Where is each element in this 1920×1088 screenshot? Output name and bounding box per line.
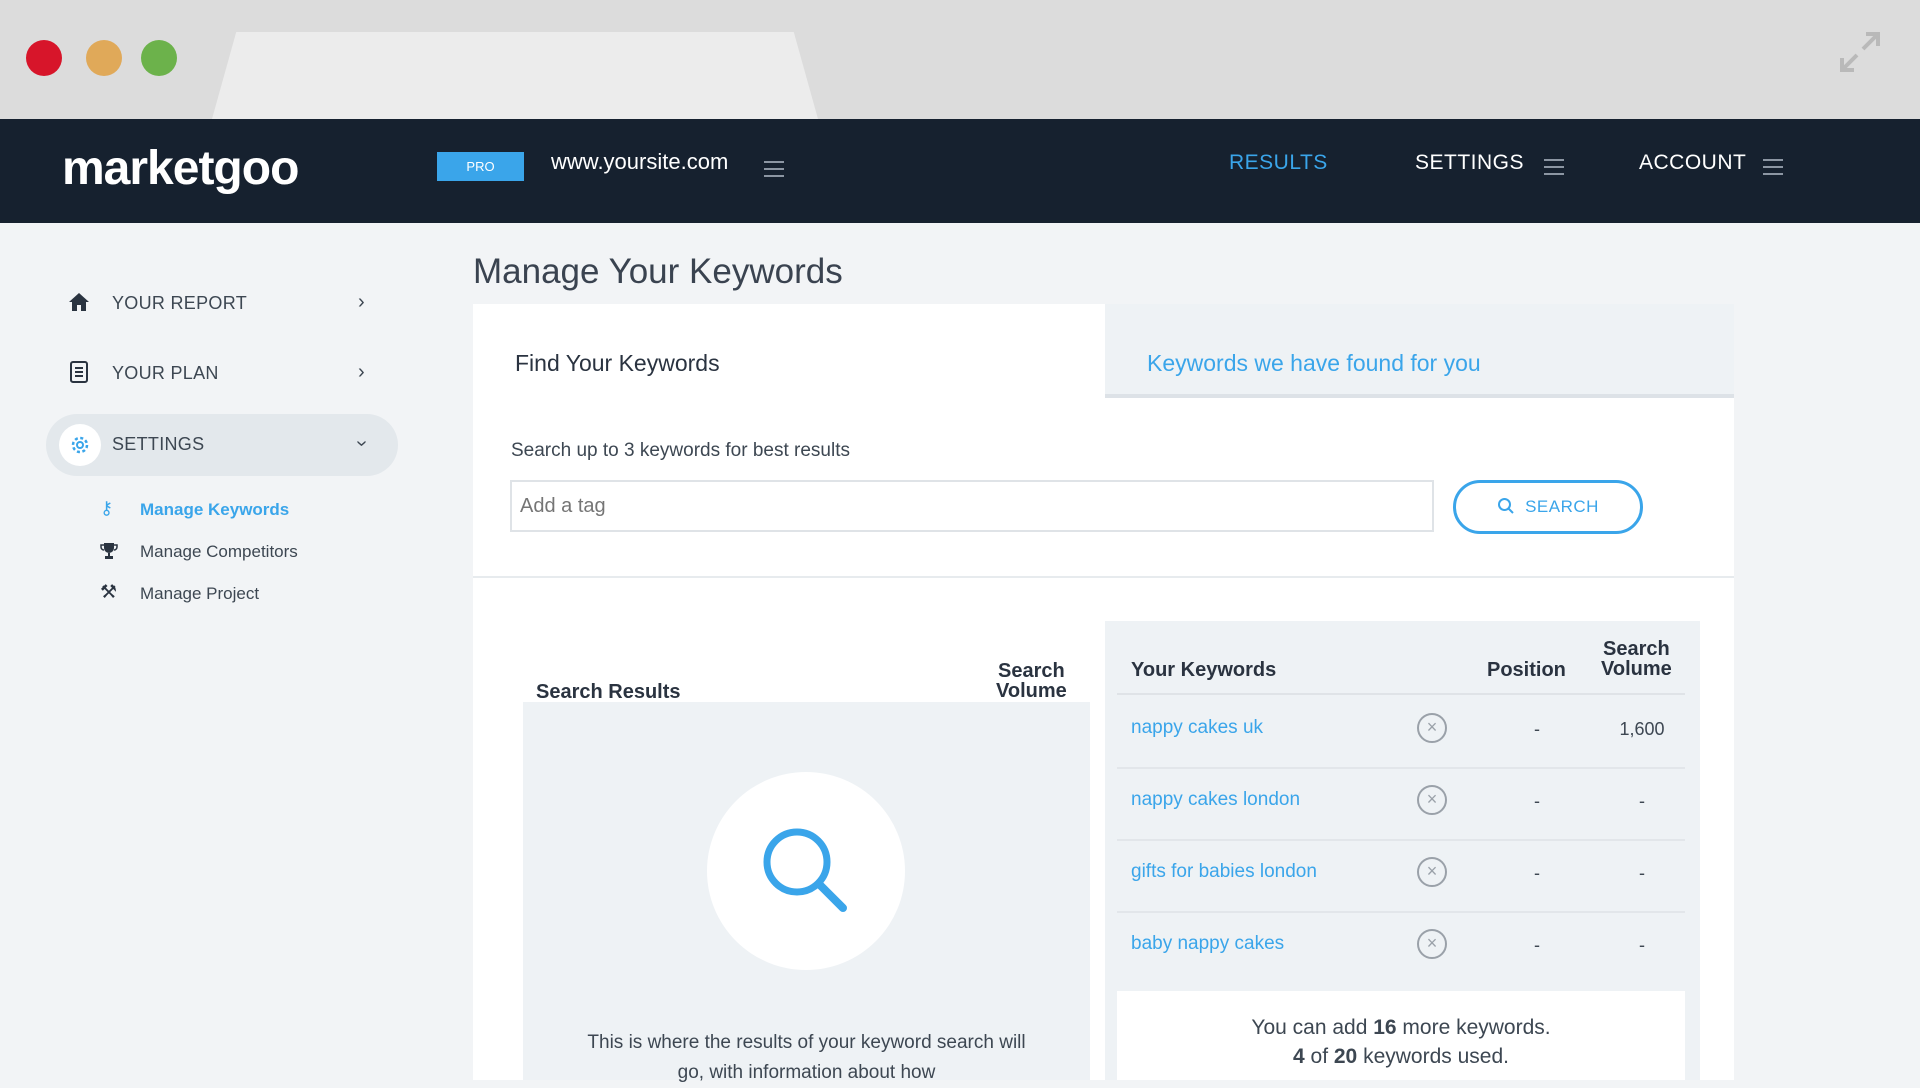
chevron-down-icon: › bbox=[350, 440, 373, 447]
settings-menu-icon[interactable] bbox=[1544, 159, 1564, 175]
keyword-row: nappy cakes uk × - 1,600 bbox=[1117, 695, 1685, 769]
maximize-window-button[interactable] bbox=[141, 40, 177, 76]
remove-keyword-icon[interactable]: × bbox=[1417, 929, 1447, 959]
quota-text: keywords used. bbox=[1357, 1045, 1509, 1068]
keyword-link[interactable]: baby nappy cakes bbox=[1131, 933, 1284, 955]
search-hint: Search up to 3 keywords for best results bbox=[511, 440, 850, 461]
search-volume-heading: Search Volume bbox=[996, 661, 1067, 701]
expand-icon[interactable] bbox=[1836, 28, 1884, 76]
sidebar-item-label: SETTINGS bbox=[112, 434, 205, 454]
volume-line2: Volume bbox=[1601, 658, 1672, 680]
volume-line1: Search bbox=[1603, 638, 1670, 660]
close-window-button[interactable] bbox=[26, 40, 62, 76]
keyword-position: - bbox=[1534, 791, 1540, 811]
remove-keyword-icon[interactable]: × bbox=[1417, 857, 1447, 887]
search-icon bbox=[1498, 498, 1514, 514]
keyword-volume: - bbox=[1639, 935, 1645, 955]
top-navbar: marketgoo PRO www.yoursite.com RESULTS S… bbox=[0, 119, 1920, 223]
marketgoo-logo[interactable]: marketgoo bbox=[62, 141, 299, 196]
position-heading: Position bbox=[1487, 659, 1566, 681]
key-icon: ⚷ bbox=[100, 498, 114, 518]
tab-label: Keywords we have found for you bbox=[1147, 350, 1481, 376]
tag-input[interactable] bbox=[510, 480, 1434, 532]
tab-label: Find Your Keywords bbox=[515, 350, 720, 376]
keyword-row: gifts for babies london × - - bbox=[1117, 839, 1685, 913]
quota-text: more keywords. bbox=[1396, 1016, 1551, 1039]
quota-used: 4 bbox=[1293, 1045, 1305, 1068]
your-keywords-header: Your Keywords Position Search Volume bbox=[1117, 621, 1685, 695]
site-selector[interactable]: www.yoursite.com bbox=[551, 149, 728, 175]
quota-limit: 20 bbox=[1333, 1045, 1358, 1068]
nav-results[interactable]: RESULTS bbox=[1229, 151, 1328, 175]
site-menu-icon[interactable] bbox=[764, 161, 784, 177]
keyword-link[interactable]: nappy cakes uk bbox=[1131, 717, 1263, 739]
keyword-row: nappy cakes london × - - bbox=[1117, 767, 1685, 841]
nav-settings[interactable]: SETTINGS bbox=[1415, 151, 1524, 175]
your-keywords-heading: Your Keywords bbox=[1131, 659, 1277, 681]
tools-icon: ⚒ bbox=[100, 582, 118, 603]
keyword-position: - bbox=[1534, 719, 1540, 739]
browser-tab[interactable] bbox=[212, 32, 818, 119]
settings-icon-badge bbox=[59, 424, 101, 466]
sidebar-subitem-label: Manage Competitors bbox=[140, 542, 298, 561]
empty-state-circle bbox=[707, 772, 905, 970]
sidebar-item-label: YOUR PLAN bbox=[112, 363, 219, 383]
remove-keyword-icon[interactable]: × bbox=[1417, 713, 1447, 743]
keyword-volume: - bbox=[1639, 863, 1645, 883]
tab-keywords-found-for-you[interactable]: Keywords we have found for you bbox=[1105, 304, 1734, 398]
your-keywords-panel: Your Keywords Position Search Volume nap… bbox=[1105, 621, 1700, 1080]
search-button-label: SEARCH bbox=[1525, 497, 1599, 516]
search-button[interactable]: SEARCH bbox=[1453, 480, 1643, 534]
sidebar-subitem-label: Manage Project bbox=[140, 584, 260, 603]
page-title: Manage Your Keywords bbox=[473, 252, 843, 291]
empty-state-text: This is where the results of your keywor… bbox=[587, 1032, 1026, 1083]
search-volume-line1: Search bbox=[998, 660, 1065, 682]
tab-find-your-keywords[interactable]: Find Your Keywords bbox=[473, 304, 1105, 398]
keyword-row: baby nappy cakes × - - bbox=[1117, 911, 1685, 983]
quota-text: of bbox=[1304, 1045, 1334, 1068]
minimize-window-button[interactable] bbox=[86, 40, 122, 76]
sidebar-item-your-report[interactable]: YOUR REPORT › bbox=[46, 273, 398, 335]
search-results-heading: Search Results bbox=[536, 681, 681, 703]
sidebar-subitem-label: Manage Keywords bbox=[140, 500, 290, 519]
keyword-volume: - bbox=[1639, 791, 1645, 811]
search-volume-line2: Volume bbox=[996, 680, 1067, 702]
search-results-empty-state: This is where the results of your keywor… bbox=[523, 702, 1090, 1083]
sidebar-item-your-plan[interactable]: YOUR PLAN › bbox=[46, 343, 398, 405]
keywords-card: Find Your Keywords Keywords we have foun… bbox=[473, 304, 1734, 1083]
keyword-link[interactable]: gifts for babies london bbox=[1131, 861, 1317, 883]
sidebar-item-settings[interactable]: SETTINGS › bbox=[46, 414, 398, 476]
keyword-position: - bbox=[1534, 935, 1540, 955]
nav-account[interactable]: ACCOUNT bbox=[1639, 151, 1746, 175]
magnifier-icon bbox=[763, 828, 847, 912]
quota-remaining: 16 bbox=[1373, 1016, 1397, 1039]
gear-icon bbox=[71, 436, 89, 454]
quota-text: You can add bbox=[1251, 1016, 1374, 1039]
trophy-icon bbox=[100, 543, 118, 559]
window-titlebar bbox=[0, 0, 1920, 119]
keyword-position: - bbox=[1534, 863, 1540, 883]
account-menu-icon[interactable] bbox=[1763, 159, 1783, 175]
remove-keyword-icon[interactable]: × bbox=[1417, 785, 1447, 815]
chevron-right-icon: › bbox=[358, 361, 365, 383]
section-divider bbox=[473, 576, 1734, 578]
keyword-link[interactable]: nappy cakes london bbox=[1131, 789, 1300, 811]
keyword-volume: 1,600 bbox=[1619, 719, 1665, 739]
document-icon bbox=[70, 361, 88, 383]
sidebar-item-label: YOUR REPORT bbox=[112, 293, 247, 313]
home-icon bbox=[69, 293, 89, 311]
plan-badge: PRO bbox=[437, 152, 524, 181]
chevron-right-icon: › bbox=[358, 291, 365, 313]
keyword-quota: You can add 16 more keywords. 4 of 20 ke… bbox=[1117, 991, 1685, 1080]
keywords-volume-heading: Search Volume bbox=[1601, 639, 1672, 679]
